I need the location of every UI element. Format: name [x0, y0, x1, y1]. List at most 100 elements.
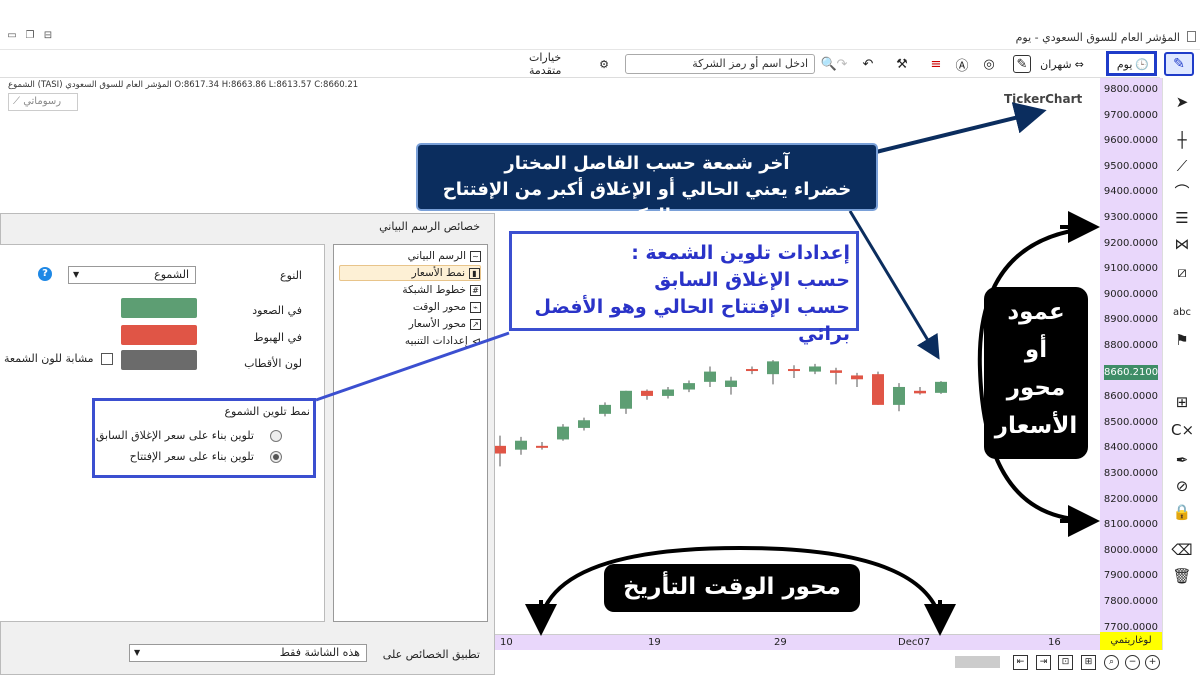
tree-item-label: محور الوقت — [412, 301, 466, 313]
apply-select[interactable]: هذه الشاشة فقط ▼ — [129, 644, 367, 662]
type-label: النوع — [280, 269, 302, 282]
tree-item-label: إعدادات التنبيه — [404, 335, 468, 347]
annotation-line: حسب الإفتتاح الحالي وهو الأفضل برائي — [534, 296, 850, 345]
price-tick: 8100.0000 — [1103, 519, 1158, 531]
tree-item-time-axis[interactable]: ⌁ محور الوقت — [413, 299, 481, 315]
annotation-last-candle: آخر شمعة حسب الفاصل المختار خضراء يعني ا… — [416, 143, 878, 226]
annotation-line: حسب الإغلاق السابق — [654, 269, 850, 291]
up-color-swatch[interactable] — [121, 298, 197, 318]
link-icon: ⇔ — [1074, 57, 1084, 71]
brush-icon[interactable]: ✒ — [1171, 450, 1193, 470]
window-controls: ▭ ❐ ⊟ — [6, 30, 54, 41]
price-tick: 8800.0000 — [1103, 340, 1158, 351]
lock-icon[interactable]: 🔒 — [1171, 502, 1193, 522]
restore-icon[interactable]: ❐ — [24, 30, 36, 41]
wick-color-swatch[interactable] — [121, 350, 197, 370]
compare-icon[interactable]: ◎ — [980, 55, 998, 73]
crosshair-icon[interactable]: ┼ — [1171, 130, 1193, 150]
price-tick: 8200.0000 — [1103, 493, 1158, 505]
price-axis[interactable]: 9800.0000 9700.0000 9600.0000 9500.0000 9400… — [1100, 78, 1162, 634]
maximize-icon[interactable]: ⊟ — [42, 30, 54, 41]
my-drawings-button[interactable]: ⟋ رسوماتي — [8, 93, 78, 111]
drawings-icon: ⟋ — [13, 96, 24, 107]
eraser-icon[interactable]: ⌫ — [1171, 540, 1193, 560]
redo-icon[interactable]: ↷ — [833, 55, 851, 73]
chevron-down-icon: ▼ — [73, 270, 80, 279]
same-color-label: مشابة للون الشمعة — [4, 352, 94, 365]
time-tick: 16 — [1048, 637, 1061, 648]
fit-icon[interactable]: ⊡ — [1058, 655, 1073, 670]
tree-item-label: خطوط الشبكة — [402, 284, 466, 296]
time-axis[interactable]: 10 19 29 Dec07 16 — [495, 634, 1100, 650]
clear-x-icon[interactable]: C× — [1171, 420, 1194, 440]
tree-item-label: الرسم البياني — [407, 250, 466, 262]
type-select[interactable]: الشموع ▼ — [68, 266, 196, 284]
tree-item-alerts[interactable]: ⊳ إعدادات التنبيه — [405, 333, 481, 349]
price-tick: 9100.0000 — [1103, 263, 1158, 275]
period-highlight-box — [1106, 51, 1157, 76]
annotation-radio-highlight — [92, 398, 316, 478]
horizontal-scrollbar[interactable] — [955, 656, 1000, 668]
pencil-icon[interactable]: ✎ — [1164, 52, 1194, 76]
scroll-first-icon[interactable]: ⇤ — [1013, 655, 1028, 670]
log-scale-button[interactable]: لوغاريتمي — [1100, 632, 1162, 650]
scroll-last-icon[interactable]: ⇥ — [1036, 655, 1051, 670]
tree-item-chart[interactable]: ~ الرسم البياني — [408, 248, 481, 264]
tree-item-price-style[interactable]: ▮ نمط الأسعار — [339, 265, 481, 281]
price-tick: 9300.0000 — [1103, 212, 1158, 223]
tree-item-grid[interactable]: # خطوط الشبكة — [402, 282, 481, 298]
same-color-checkbox[interactable] — [101, 353, 113, 365]
up-color-label: في الصعود — [252, 304, 302, 317]
pattern-icon[interactable]: ⋈ — [1171, 234, 1193, 254]
tree-item-label: نمط الأسعار — [411, 267, 465, 279]
annotation-line: عمود — [1007, 299, 1065, 325]
zoom-in-icon[interactable]: + — [1145, 655, 1160, 670]
undo-icon[interactable]: ↶ — [859, 55, 877, 73]
help-icon[interactable]: ? — [38, 267, 52, 281]
trash-icon[interactable]: 🗑 — [1171, 566, 1193, 586]
annotation-coloring: إعدادات تلوين الشمعة : حسب الإغلاق الساب… — [509, 231, 859, 345]
indicators-icon[interactable]: ⚒ — [893, 55, 911, 73]
down-color-label: في الهبوط — [253, 331, 302, 344]
flag-icon[interactable]: ⚑ — [1171, 330, 1193, 350]
candle-body — [767, 361, 779, 375]
period-2months-button[interactable]: شهران ⇔ — [1040, 55, 1084, 73]
price-tick: 9200.0000 — [1103, 237, 1158, 249]
lines-icon[interactable]: ≡ — [927, 55, 945, 73]
price-tick: 9700.0000 — [1103, 109, 1158, 121]
zoom-reset-icon[interactable]: ⌕ — [1104, 655, 1119, 670]
annotation-line: محور — [1006, 375, 1066, 401]
tree-item-price-axis[interactable]: ↗ محور الأسعار — [409, 316, 481, 332]
search-input[interactable]: ادخل اسم أو رمز الشركة — [625, 54, 815, 74]
fibonacci-icon[interactable]: ☰ — [1171, 208, 1193, 228]
trendline-icon[interactable]: ⟋ — [1171, 156, 1193, 176]
tickerchart-logo: TickerChart — [1004, 92, 1083, 106]
price-tick: 8000.0000 — [1103, 544, 1158, 556]
candle-body — [809, 366, 821, 372]
candle-body — [536, 445, 548, 448]
candle-body — [914, 390, 926, 394]
advanced-options-button[interactable]: خيارات متقدمة ⚙ — [529, 51, 609, 77]
draw-tool-icon[interactable]: ✎ — [1013, 55, 1031, 73]
drawing-tools-panel: ➤ ┼ ⟋ ⌒ ☰ ⋈ ⧄ abc ⚑ ⊞ C× ✒ ⊘ 🔒 ⌫ 🗑 — [1162, 78, 1200, 675]
apply-label: تطبيق الخصائص على — [382, 648, 480, 661]
price-tick: 9500.0000 — [1103, 160, 1158, 172]
zoom-area-icon[interactable]: ⊞ — [1081, 655, 1096, 670]
candle-body — [599, 404, 611, 414]
down-color-swatch[interactable] — [121, 325, 197, 345]
time-tick: Dec07 — [898, 637, 931, 648]
channel-icon[interactable]: ⧄ — [1171, 262, 1193, 282]
hide-eye-icon[interactable]: ⊘ — [1171, 476, 1193, 496]
cursor-icon[interactable]: ➤ — [1171, 92, 1193, 112]
chart-toolbar: خيارات متقدمة ⚙ ادخل اسم أو رمز الشركة 🔍… — [0, 50, 1160, 78]
time-tick: 29 — [774, 637, 787, 648]
alert-a-icon[interactable]: Ⓐ — [953, 55, 971, 74]
zoom-out-icon[interactable]: − — [1125, 655, 1140, 670]
period-2months-label: شهران — [1040, 57, 1072, 71]
curve-icon[interactable]: ⌒ — [1171, 182, 1193, 202]
minimize-icon[interactable]: ▭ — [6, 30, 18, 41]
text-abc-icon[interactable]: abc — [1171, 303, 1193, 323]
measure-icon[interactable]: ⊞ — [1171, 392, 1193, 412]
price-tick: 9600.0000 — [1103, 135, 1158, 147]
annotation-line: الأسعار — [994, 413, 1078, 439]
